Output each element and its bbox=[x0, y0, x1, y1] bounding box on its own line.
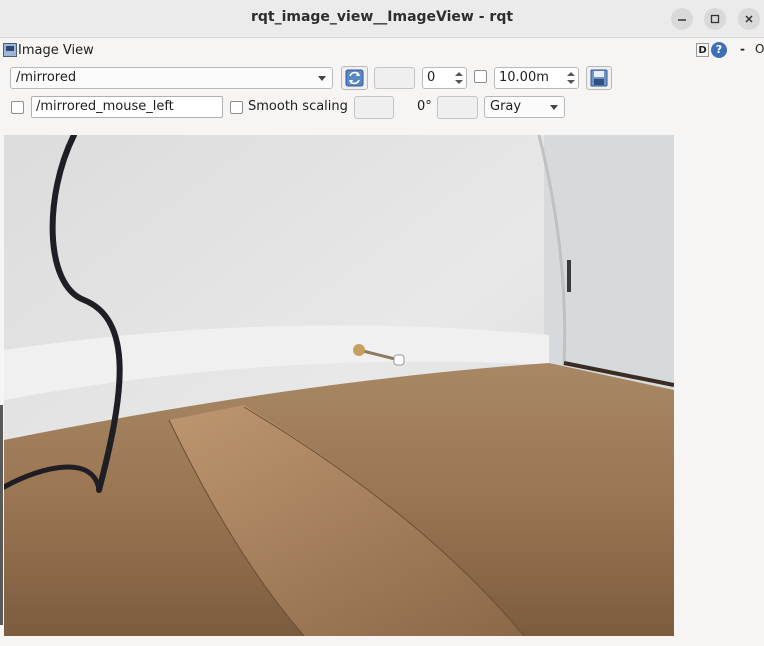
dynamic-range-checkbox[interactable] bbox=[474, 70, 487, 83]
image-view-icon bbox=[3, 43, 17, 57]
plugin-minimize-button[interactable]: - bbox=[740, 42, 745, 56]
title-bar: rqt_image_view__ImageView - rqt bbox=[0, 0, 764, 38]
mouse-topic-field[interactable]: /mirrored_mouse_left bbox=[31, 96, 223, 118]
rotation-label: 0° bbox=[417, 99, 432, 114]
spin-down-icon[interactable] bbox=[455, 80, 463, 84]
max-range-value: 10.00m bbox=[499, 70, 549, 85]
save-button[interactable] bbox=[586, 66, 612, 90]
plugin-title-bar: Image View D ? - O bbox=[0, 40, 764, 62]
max-range-spinbox[interactable]: 10.00m bbox=[494, 67, 579, 89]
rotate-right-button[interactable] bbox=[437, 96, 478, 119]
zoom-button[interactable] bbox=[374, 67, 415, 89]
min-value-spinbox[interactable]: 0 bbox=[422, 67, 467, 89]
spin-down-icon[interactable] bbox=[567, 80, 575, 84]
spin-up-icon[interactable] bbox=[455, 72, 463, 76]
smooth-scaling-label: Smooth scaling bbox=[248, 99, 348, 114]
plugin-title: Image View bbox=[18, 43, 94, 58]
save-icon bbox=[590, 69, 608, 87]
help-icon[interactable]: ? bbox=[711, 42, 727, 58]
topic-dropdown[interactable]: /mirrored bbox=[10, 67, 333, 89]
topic-value: /mirrored bbox=[16, 70, 77, 85]
spin-up-icon[interactable] bbox=[567, 72, 575, 76]
mouse-topic-value: /mirrored_mouse_left bbox=[36, 99, 174, 114]
mouse-publish-checkbox[interactable] bbox=[11, 101, 24, 114]
chevron-down-icon bbox=[550, 105, 558, 110]
smooth-scaling-checkbox[interactable] bbox=[230, 101, 243, 114]
maximize-icon[interactable] bbox=[704, 8, 726, 30]
window-edge bbox=[0, 405, 3, 625]
window-title: rqt_image_view__ImageView - rqt bbox=[250, 9, 514, 25]
minimize-icon[interactable] bbox=[671, 8, 693, 30]
refresh-button[interactable] bbox=[341, 66, 368, 90]
close-icon[interactable] bbox=[738, 8, 760, 30]
color-scheme-value: Gray bbox=[490, 99, 522, 114]
plugin-close-button[interactable]: O bbox=[755, 42, 764, 56]
min-value: 0 bbox=[427, 70, 436, 85]
d-button[interactable]: D bbox=[696, 43, 709, 57]
rqt-window: rqt_image_view__ImageView - rqt Image Vi… bbox=[0, 0, 764, 646]
camera-frame bbox=[4, 135, 674, 636]
color-scheme-dropdown[interactable]: Gray bbox=[484, 96, 565, 118]
camera-image[interactable] bbox=[4, 135, 674, 636]
rotate-left-button[interactable] bbox=[354, 96, 394, 119]
refresh-icon bbox=[345, 69, 364, 87]
chevron-down-icon bbox=[318, 76, 326, 81]
